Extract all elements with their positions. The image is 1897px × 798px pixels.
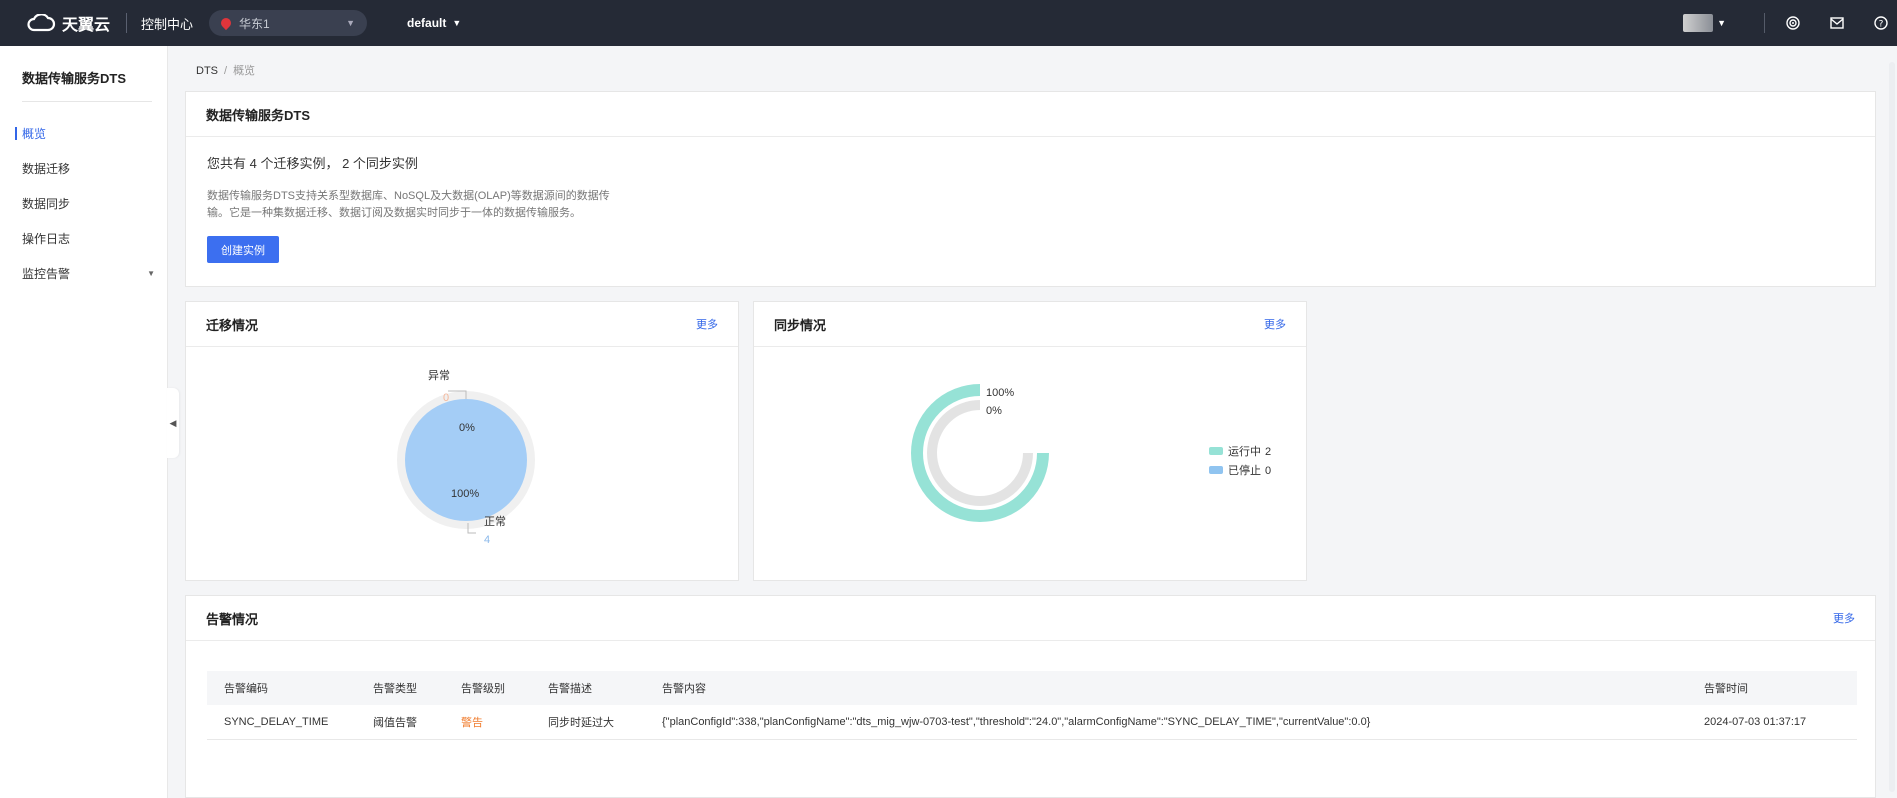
chevron-left-icon: ◀ [169, 417, 177, 428]
topbar-right-tools: ▼ ? [1683, 0, 1897, 46]
sync-ring-chart: 100% 0% 运行中 2 已停止 0 [754, 347, 1306, 581]
project-selector[interactable]: default ▼ [407, 16, 461, 30]
breadcrumb-root[interactable]: DTS [196, 65, 218, 77]
column-header: 告警内容 [662, 683, 706, 695]
alarm-card-title: 告警情况 [206, 611, 259, 627]
legend-stopped-label: 已停止 [1228, 463, 1261, 477]
abnormal-label: 异常 [428, 369, 450, 382]
migration-card-header: 迁移情况 更多 [186, 302, 738, 347]
sync-status-card: 同步情况 更多 100% 0% 运行中 2 已停止 0 [753, 301, 1307, 581]
legend-stopped-swatch [1209, 466, 1223, 474]
legend-running-swatch [1209, 447, 1223, 455]
description-line: 输。它是一种集数据迁移、数据订阅及数据实时同步于一体的数据传输服务。 [207, 207, 581, 219]
normal-value: 4 [484, 534, 490, 546]
instance-count-text: 您共有 4 个迁移实例， 2 个同步实例 [207, 156, 418, 171]
service-description: 数据传输服务DTS支持关系型数据库、NoSQL及大数据(OLAP)等数据源间的数… [207, 188, 667, 222]
sync-ring-svg: 100% 0% 运行中 2 已停止 0 [911, 384, 1271, 522]
logo-text: 天翼云 [62, 17, 111, 34]
sidebar-nav: 概览 数据迁移 数据同步 操作日志 监控告警 ▼ [0, 116, 167, 291]
sidebar-item-overview[interactable]: 概览 [0, 116, 167, 151]
normal-pct: 100% [451, 488, 479, 500]
svg-text:?: ? [1879, 20, 1884, 30]
help-icon[interactable]: ? [1873, 15, 1889, 31]
sidebar-item-label: 概览 [22, 127, 47, 141]
column-header: 告警类型 [373, 683, 417, 695]
caret-down-icon: ▼ [452, 18, 462, 28]
migration-status-card: 迁移情况 更多 异常 0 0% 100% 正常 4 [185, 301, 739, 581]
console-link[interactable]: 控制中心 [141, 14, 193, 33]
top-nav-bar: 天翼云 控制中心 华东1 ▼ default ▼ ▼ ? [0, 0, 1897, 46]
breadcrumb: DTS / 概览 [196, 62, 255, 78]
mail-icon[interactable] [1829, 15, 1845, 31]
alarm-code-cell: SYNC_DELAY_TIME [224, 716, 329, 728]
create-instance-button[interactable]: 创建实例 [207, 236, 279, 263]
migration-more-link[interactable]: 更多 [696, 316, 718, 332]
abnormal-value: 0 [443, 392, 449, 404]
sidebar-item-monitor-alarm[interactable]: 监控告警 ▼ [0, 256, 167, 291]
migration-pie-chart: 异常 0 0% 100% 正常 4 [186, 347, 738, 581]
alarm-desc-cell: 同步时延过大 [548, 717, 614, 729]
pie-slice-normal [405, 399, 527, 521]
topbar-divider [1764, 13, 1765, 33]
column-header: 告警描述 [548, 683, 592, 695]
sidebar-item-label: 操作日志 [22, 232, 71, 246]
description-line: 数据传输服务DTS支持关系型数据库、NoSQL及大数据(OLAP)等数据源间的数… [207, 190, 610, 202]
inner-pct: 0% [986, 405, 1002, 417]
legend-running-label: 运行中 [1228, 445, 1261, 458]
chevron-down-icon: ▼ [346, 18, 356, 28]
topbar-divider [126, 13, 128, 33]
breadcrumb-current: 概览 [233, 65, 256, 77]
alarm-type-cell: 阈值告警 [373, 717, 417, 729]
migration-pie-svg: 异常 0 0% 100% 正常 4 [397, 369, 535, 546]
alarm-time-cell: 2024-07-03 01:37:17 [1704, 716, 1807, 728]
project-label: default [407, 16, 447, 30]
cloud-logo-icon [27, 14, 56, 32]
alarm-level-cell: 警告 [461, 717, 483, 729]
table-row: SYNC_DELAY_TIME 阈值告警 警告 同步时延过大 {"planCon… [207, 705, 1857, 740]
abnormal-pct: 0% [459, 422, 475, 434]
avatar[interactable] [1683, 14, 1714, 32]
ring-stopped-arc [927, 400, 1033, 506]
sync-card-header: 同步情况 更多 [754, 302, 1306, 347]
sync-more-link[interactable]: 更多 [1264, 316, 1286, 332]
sidebar-item-label: 数据迁移 [22, 162, 71, 176]
sidebar-collapse-button[interactable]: ◀ [167, 388, 179, 458]
alarm-card-header: 告警情况 更多 [186, 596, 1875, 641]
column-header: 告警级别 [461, 683, 505, 695]
column-header: 告警编码 [224, 683, 268, 695]
alarm-content-cell: {"planConfigId":338,"planConfigName":"dt… [662, 716, 1371, 728]
outer-pct: 100% [986, 387, 1014, 399]
alarm-more-link[interactable]: 更多 [1833, 610, 1855, 626]
sidebar-item-migration[interactable]: 数据迁移 [0, 151, 167, 186]
table-header: 告警编码 告警类型 告警级别 告警描述 告警内容 告警时间 [207, 671, 1857, 705]
normal-label: 正常 [484, 515, 506, 528]
chevron-down-icon: ▼ [147, 269, 155, 278]
sidebar-title: 数据传输服务DTS [22, 68, 152, 102]
sidebar-item-label: 监控告警 [22, 267, 71, 281]
legend-running-count: 2 [1265, 446, 1271, 458]
breadcrumb-separator: / [224, 65, 228, 77]
region-selector[interactable]: 华东1 ▼ [209, 10, 368, 36]
alarm-table: 告警编码 告警类型 告警级别 告警描述 告警内容 告警时间 SYNC_DELAY… [207, 671, 1857, 740]
sidebar-item-sync[interactable]: 数据同步 [0, 186, 167, 221]
legend-stopped-count: 0 [1265, 465, 1271, 477]
caret-down-icon[interactable]: ▼ [1717, 18, 1726, 28]
page-scrollbar[interactable] [1889, 62, 1895, 792]
alarm-status-card: 告警情况 更多 告警编码 告警类型 告警级别 告警描述 告警内容 告警时间 SY… [185, 595, 1876, 798]
migration-card-title: 迁移情况 [206, 317, 259, 333]
sidebar-item-operation-log[interactable]: 操作日志 [0, 221, 167, 256]
sidebar-item-label: 数据同步 [22, 197, 71, 211]
region-label: 华东1 [239, 16, 270, 31]
location-pin-icon [218, 15, 234, 31]
column-header: 告警时间 [1704, 683, 1748, 695]
overview-card: 数据传输服务DTS 您共有 4 个迁移实例， 2 个同步实例 数据传输服务DTS… [185, 91, 1876, 287]
sync-card-title: 同步情况 [774, 317, 827, 333]
overview-card-title: 数据传输服务DTS [186, 92, 1875, 137]
target-icon[interactable] [1785, 15, 1801, 31]
sidebar: 数据传输服务DTS 概览 数据迁移 数据同步 操作日志 监控告警 ▼ [0, 46, 168, 798]
tianyiyun-logo[interactable]: 天翼云 [26, 11, 110, 35]
